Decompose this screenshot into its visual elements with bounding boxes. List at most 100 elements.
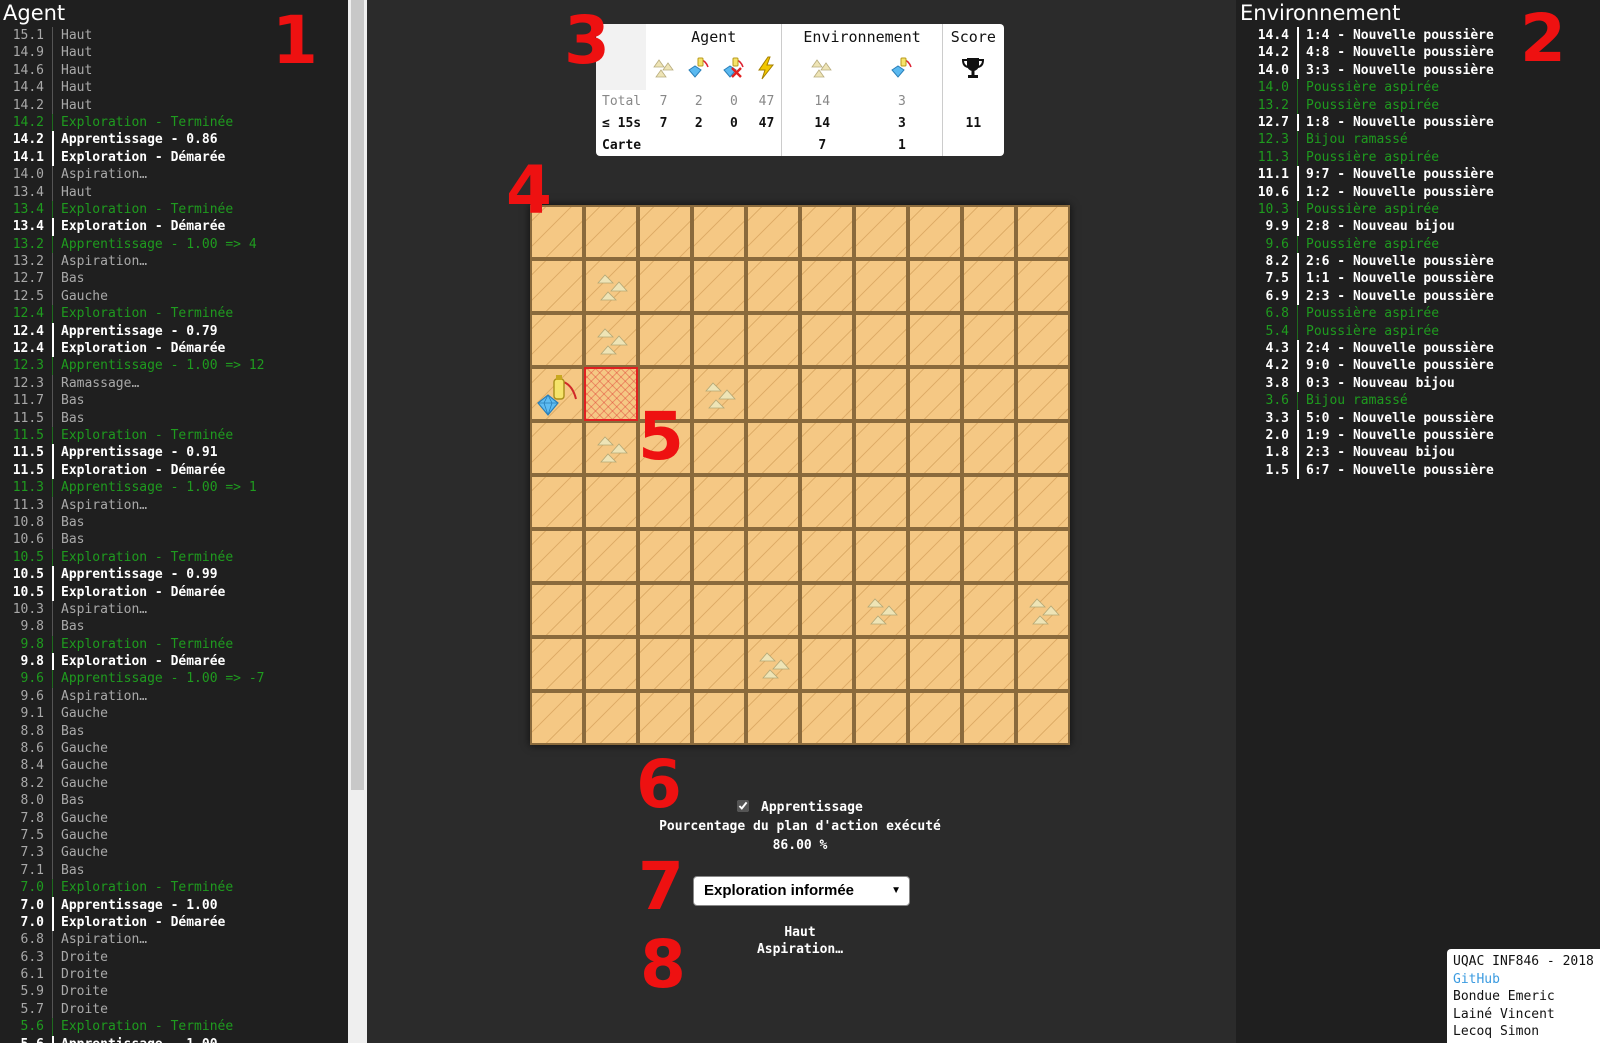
- log-time: 6.1: [20, 967, 44, 983]
- grid-cell: [530, 259, 584, 313]
- log-row: 11.5 Bas: [0, 409, 348, 427]
- log-row: 6.1 Droite: [0, 966, 348, 984]
- grid-cell: [962, 259, 1016, 313]
- callout-4: 4: [506, 152, 552, 229]
- log-message: Gauche: [52, 757, 108, 775]
- log-row: 6.8 Aspiration…: [0, 931, 348, 949]
- grid-cell: [908, 367, 962, 421]
- log-row: 14.4 Haut: [0, 79, 348, 97]
- log-time: 9.8: [20, 654, 44, 670]
- log-message: Exploration - Démarée: [52, 340, 225, 358]
- grid-cell: [800, 691, 854, 745]
- log-message: Apprentissage - 1.00 => 1: [52, 479, 257, 497]
- environment-log-panel[interactable]: Environnement 14.4 1:4 - Nouvelle poussiè…: [1236, 0, 1600, 1043]
- grid-cell: [584, 313, 638, 367]
- grid-cell: [854, 529, 908, 583]
- log-message: Poussière aspirée: [1297, 305, 1439, 323]
- log-time: 9.8: [20, 619, 44, 635]
- log-row: 13.2 Apprentissage - 1.00 => 4: [0, 235, 348, 254]
- log-message: Exploration - Terminée: [52, 200, 233, 219]
- grid-cell: [1016, 367, 1070, 421]
- grid-cell: [1016, 259, 1070, 313]
- log-time: 10.3: [1257, 201, 1289, 217]
- github-link[interactable]: GitHub: [1453, 971, 1594, 989]
- grid-cell: [746, 529, 800, 583]
- stats-header-agent: Agent: [691, 28, 737, 46]
- log-message: Droite: [52, 948, 108, 967]
- grid-cell: [692, 259, 746, 313]
- log-row: 5.6 Exploration - Terminée: [0, 1018, 348, 1036]
- grid-cell: [908, 691, 962, 745]
- log-row: 3.3 5:0 - Nouvelle poussière: [1236, 409, 1600, 427]
- grid-cell: [746, 691, 800, 745]
- log-time: 11.5: [12, 462, 44, 478]
- recent-agent-jewel-lost: 0: [730, 115, 738, 131]
- grid-cell: [800, 421, 854, 475]
- strategy-selected-value: Exploration informée: [704, 882, 855, 899]
- log-row: 11.5 Exploration - Démarée: [0, 461, 348, 480]
- learning-checkbox[interactable]: [737, 800, 750, 812]
- total-score: [941, 90, 1004, 112]
- log-row: 4.2 9:0 - Nouvelle poussière: [1236, 357, 1600, 375]
- log-message: Apprentissage - 0.79: [52, 322, 218, 341]
- log-message: Apprentissage - 0.86: [52, 131, 218, 149]
- log-time: 6.8: [20, 932, 44, 948]
- agent-log-scrollbar[interactable]: [348, 0, 367, 1043]
- grid-cell: [584, 421, 638, 475]
- log-row: 7.8 Gauche: [0, 809, 348, 827]
- grid-cell: [854, 583, 908, 637]
- grid-cell: [746, 421, 800, 475]
- grid-cell: [1016, 637, 1070, 691]
- grid-cell: [638, 637, 692, 691]
- log-time: 8.6: [20, 741, 44, 757]
- grid-cell: [692, 475, 746, 529]
- recent-score: 11: [941, 112, 1004, 134]
- credits-box: UQAC INF846 - 2018 GitHub Bondue Emeric …: [1447, 949, 1600, 1043]
- log-time: 11.7: [12, 393, 44, 409]
- log-message: Exploration - Terminée: [52, 426, 233, 445]
- grid-cell: [908, 259, 962, 313]
- log-message: Exploration - Terminée: [52, 635, 233, 654]
- grid-cell: [584, 259, 638, 313]
- log-time: 8.0: [20, 793, 44, 809]
- trophy-icon: [941, 50, 1004, 90]
- log-row: 12.4 Exploration - Terminée: [0, 305, 348, 323]
- strategy-select[interactable]: Exploration informée ▼: [693, 876, 910, 906]
- log-message: Exploration - Démarée: [52, 148, 225, 167]
- log-message: Aspiration…: [52, 600, 147, 619]
- grid-cell: [692, 421, 746, 475]
- log-row: 10.3 Aspiration…: [0, 600, 348, 619]
- agent-log-panel[interactable]: Agent 15.1 Haut 14.9 Haut 14.6 Haut 14.4 Haut 14…: [0, 0, 348, 1043]
- log-time: 12.3: [12, 358, 44, 374]
- grid-cell: [692, 367, 746, 421]
- author-name: Lainé Vincent: [1453, 1006, 1555, 1022]
- recent-env-jewel: 3: [897, 115, 906, 131]
- log-time: 7.0: [20, 880, 44, 896]
- log-time: 11.3: [12, 480, 44, 496]
- log-row: 8.4 Gauche: [0, 757, 348, 775]
- log-row: 12.4 Apprentissage - 0.79: [0, 322, 348, 341]
- log-time: 1.5: [1265, 462, 1289, 478]
- log-row: 13.4 Exploration - Terminée: [0, 200, 348, 219]
- log-time: 13.2: [12, 254, 44, 270]
- log-row: 1.5 6:7 - Nouvelle poussière: [1236, 461, 1600, 480]
- log-time: 8.4: [20, 758, 44, 774]
- log-message: 9:7 - Nouvelle poussière: [1297, 166, 1494, 184]
- log-row: 14.2 Haut: [0, 96, 348, 114]
- dust-icon: [646, 50, 681, 90]
- grid-cell: [530, 583, 584, 637]
- log-row: 12.7 1:8 - Nouvelle poussière: [1236, 113, 1600, 132]
- grid-cell: [584, 691, 638, 745]
- log-message: Bijou ramassé: [1297, 131, 1408, 149]
- log-message: Gauche: [52, 809, 108, 827]
- log-row: 8.6 Gauche: [0, 740, 348, 758]
- grid-cell: [746, 583, 800, 637]
- log-time: 13.4: [12, 219, 44, 235]
- scrollbar-thumb[interactable]: [351, 0, 364, 790]
- log-row: 11.5 Exploration - Terminée: [0, 426, 348, 445]
- grid-cell: [692, 205, 746, 259]
- grid-cell: [962, 475, 1016, 529]
- log-row: 11.3 Apprentissage - 1.00 => 1: [0, 479, 348, 497]
- log-message: Apprentissage - 1.00: [52, 896, 218, 914]
- grid-cell: [746, 259, 800, 313]
